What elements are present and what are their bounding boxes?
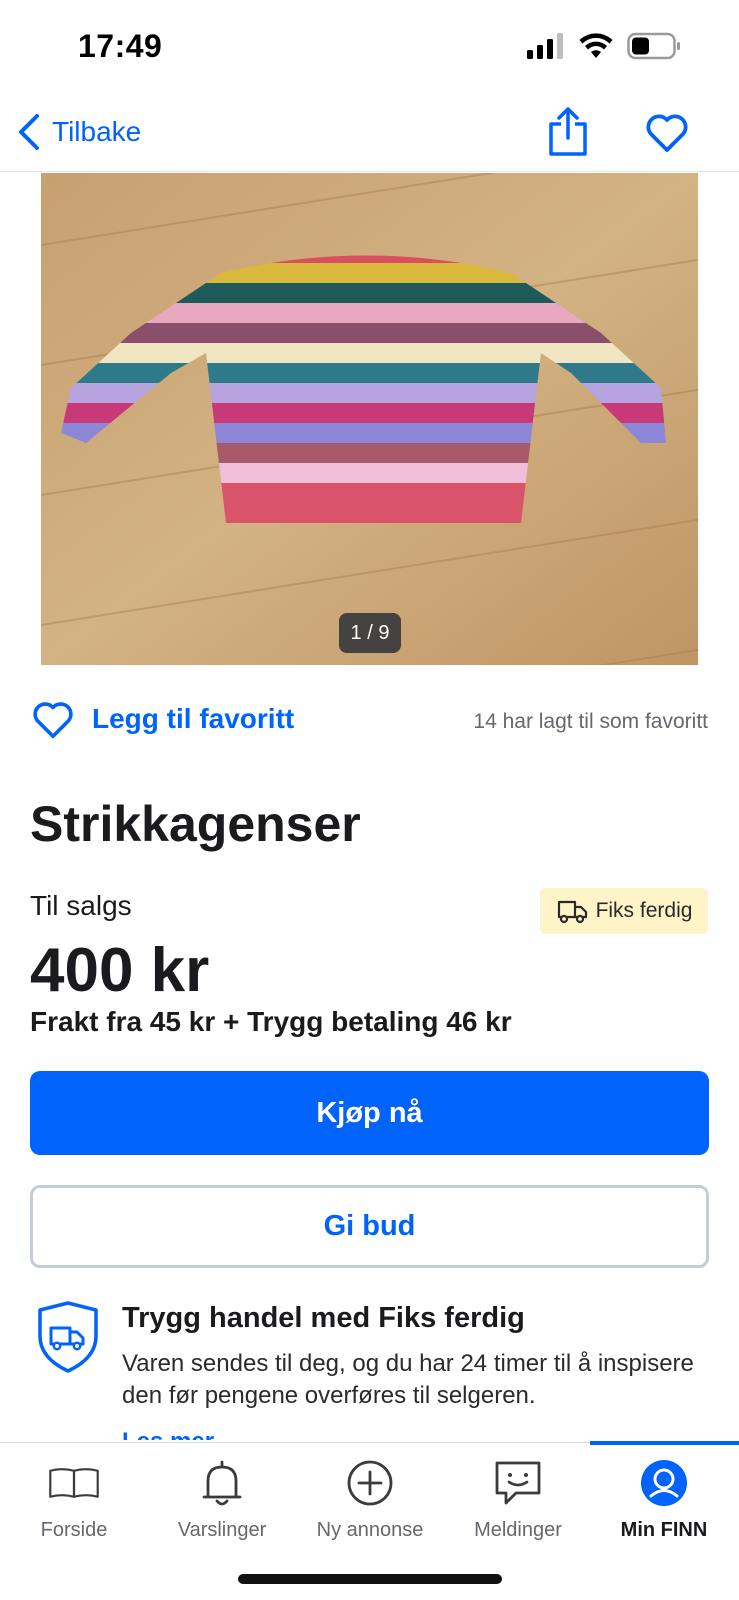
heart-outline-icon (646, 114, 688, 152)
chevron-left-icon (19, 114, 39, 150)
home-indicator (238, 1574, 502, 1584)
listing-title: Strikkagenser (30, 796, 361, 852)
tab-label: Ny annonse (316, 1519, 424, 1541)
book-icon (49, 1468, 99, 1498)
tab-forside[interactable]: Forside (0, 1457, 148, 1547)
tab-label: Varslinger (177, 1519, 267, 1541)
tab-label: Min FINN (620, 1519, 708, 1541)
buy-now-button[interactable]: Kjøp nå (30, 1071, 709, 1155)
cellular-signal-icon (527, 33, 563, 59)
image-counter-label: 1 / 9 (339, 613, 401, 653)
add-favorite-button[interactable]: Legg til favoritt (30, 696, 294, 742)
wifi-icon (579, 33, 613, 58)
place-bid-button[interactable]: Gi bud (30, 1185, 709, 1268)
product-photo (41, 173, 698, 665)
tab-ny-annonse[interactable]: Ny annonse (296, 1457, 444, 1547)
back-label: Tilbake (52, 116, 142, 147)
shield-truck-icon (38, 1301, 98, 1373)
add-favorite-label: Legg til favoritt (92, 703, 295, 734)
share-icon (549, 107, 587, 156)
price: 400 kr (30, 936, 210, 1005)
active-tab-indicator (590, 1441, 739, 1445)
chat-icon (495, 1461, 541, 1505)
profile-icon (641, 1460, 687, 1506)
favorite-row: Legg til favoritt 14 har lagt til som fa… (30, 696, 710, 748)
tab-label: Forside (40, 1519, 108, 1541)
shipping-info: Frakt fra 45 kr + Trygg betaling 46 kr (30, 1006, 512, 1037)
sale-type: Til salgs (30, 890, 132, 921)
safe-trade-text: Varen sendes til deg, og du har 24 timer… (122, 1350, 694, 1409)
bell-icon (202, 1460, 242, 1506)
fiks-ferdig-badge: Fiks ferdig (540, 888, 708, 934)
safe-trade-section: Trygg handel med Fiks ferdig Varen sende… (30, 1300, 710, 1440)
product-image-gallery[interactable]: 1 / 9 (41, 173, 698, 665)
status-bar: 17:49 (0, 0, 739, 100)
read-more-link[interactable]: Les mer (122, 1428, 214, 1440)
tab-varslinger[interactable]: Varslinger (148, 1457, 296, 1547)
status-icons (527, 32, 681, 60)
fiks-ferdig-label: Fiks ferdig (595, 899, 693, 922)
tab-min-finn[interactable]: Min FINN (590, 1457, 738, 1547)
back-button[interactable]: Tilbake (16, 108, 141, 156)
tab-meldinger[interactable]: Meldinger (444, 1457, 592, 1547)
tab-label: Meldinger (474, 1519, 562, 1541)
share-button[interactable] (545, 106, 591, 158)
battery-icon (627, 32, 680, 60)
heart-outline-icon (33, 702, 73, 739)
nav-bar: Tilbake (0, 100, 739, 172)
safe-trade-title: Trygg handel med Fiks ferdig (122, 1302, 525, 1334)
favorite-top-button[interactable] (643, 108, 691, 156)
favorite-count: 14 har lagt til som favoritt (473, 710, 708, 733)
delivery-truck-icon (557, 900, 587, 924)
status-time: 17:49 (78, 28, 163, 64)
plus-circle-icon (347, 1460, 393, 1506)
